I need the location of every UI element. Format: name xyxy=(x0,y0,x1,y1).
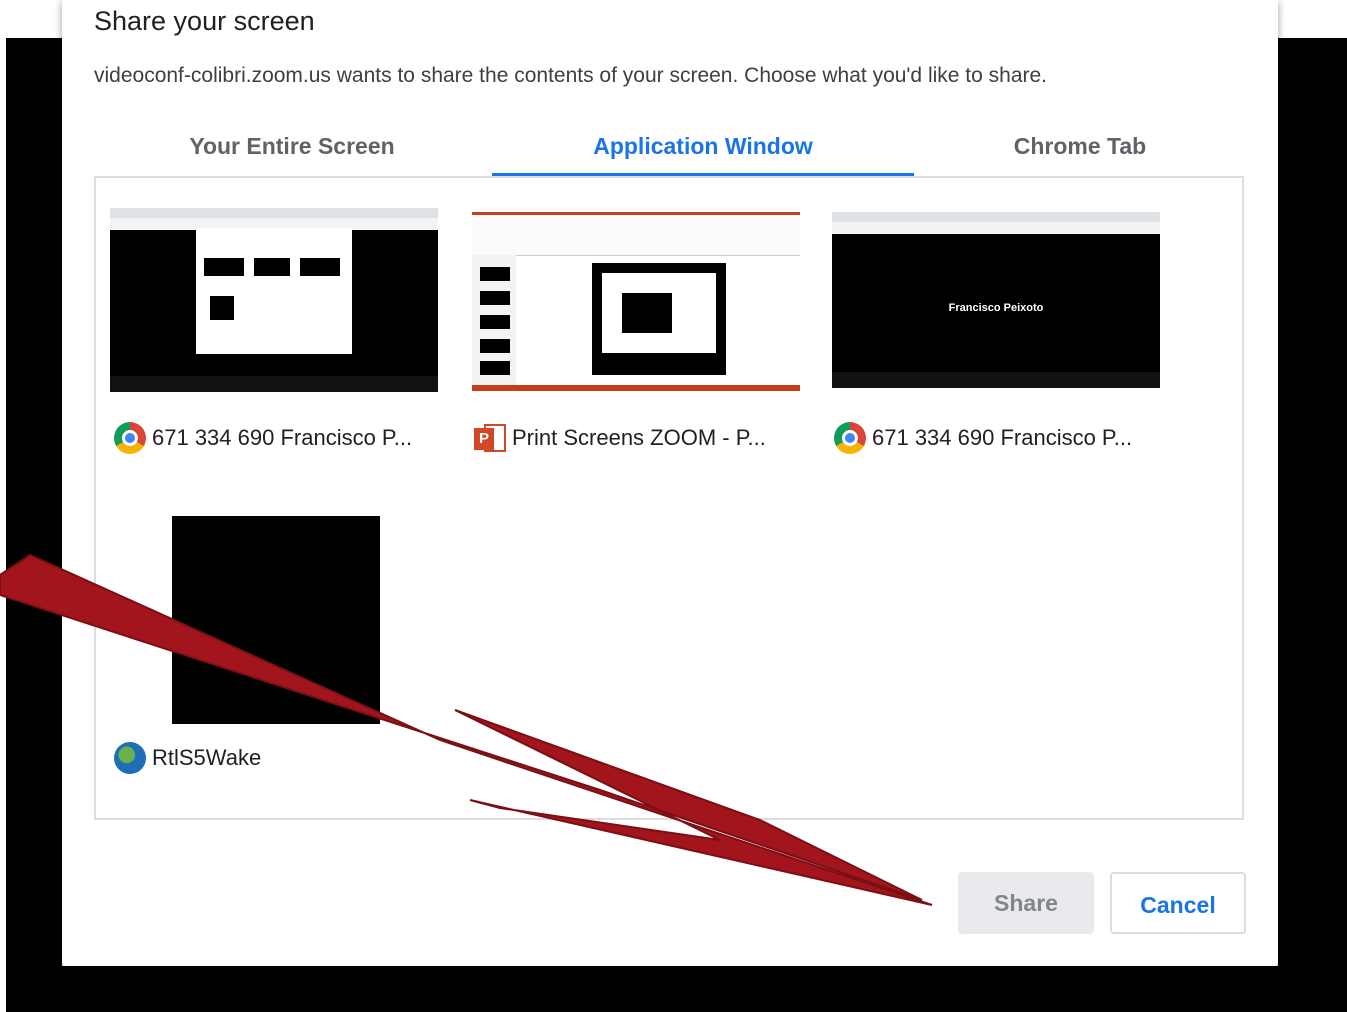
thumb-address-bar xyxy=(832,222,1160,234)
window-title: 671 334 690 Francisco P... xyxy=(152,425,413,450)
background-right xyxy=(1278,38,1347,1012)
window-title: Print Screens ZOOM - P... xyxy=(512,425,766,450)
tab-chrome-tab[interactable]: Chrome Tab xyxy=(942,128,1218,176)
window-thumbnail xyxy=(472,212,800,391)
window-item-chrome-1[interactable]: 671 334 690 Francisco P... xyxy=(110,208,440,478)
background-left xyxy=(6,38,62,1012)
chrome-icon xyxy=(114,422,146,454)
dialog-title: Share your screen xyxy=(94,6,315,36)
window-label: P Print Screens ZOOM - P... xyxy=(474,422,766,454)
share-screen-dialog: Share your screen videoconf-colibri.zoom… xyxy=(62,0,1278,966)
window-label: 671 334 690 Francisco P... xyxy=(114,422,412,454)
window-thumbnail: Francisco Peixoto xyxy=(832,212,1160,388)
background-bottom xyxy=(6,966,1347,1012)
window-item-powerpoint[interactable]: P Print Screens ZOOM - P... xyxy=(470,208,800,478)
window-thumbnail xyxy=(172,516,380,724)
powerpoint-icon: P xyxy=(474,422,506,454)
window-title: 671 334 690 Francisco P... xyxy=(872,425,1133,450)
chrome-icon xyxy=(834,422,866,454)
tab-application-window[interactable]: Application Window xyxy=(492,128,914,176)
window-list-panel: 671 334 690 Francisco P... P Print Scree… xyxy=(94,176,1244,820)
share-button[interactable]: Share xyxy=(958,872,1094,934)
window-thumbnail xyxy=(110,208,438,392)
window-item-chrome-2[interactable]: Francisco Peixoto 671 334 690 Francisco … xyxy=(830,208,1160,478)
thumb-footer-bar xyxy=(110,376,438,392)
thumb-footer-bar xyxy=(832,372,1160,388)
window-label: 671 334 690 Francisco P... xyxy=(834,422,1132,454)
thumb-participant-name: Francisco Peixoto xyxy=(948,302,1044,314)
window-title: RtlS5Wake xyxy=(152,745,262,770)
window-label: RtlS5Wake xyxy=(114,742,261,774)
thumb-mini-dialog xyxy=(196,228,352,354)
cancel-button[interactable]: Cancel xyxy=(1110,872,1246,934)
window-item-rtls5wake[interactable]: RtlS5Wake xyxy=(110,516,440,786)
dialog-subtitle: videoconf-colibri.zoom.us wants to share… xyxy=(94,64,1048,87)
globe-icon xyxy=(114,742,146,774)
tab-entire-screen[interactable]: Your Entire Screen xyxy=(122,128,462,176)
